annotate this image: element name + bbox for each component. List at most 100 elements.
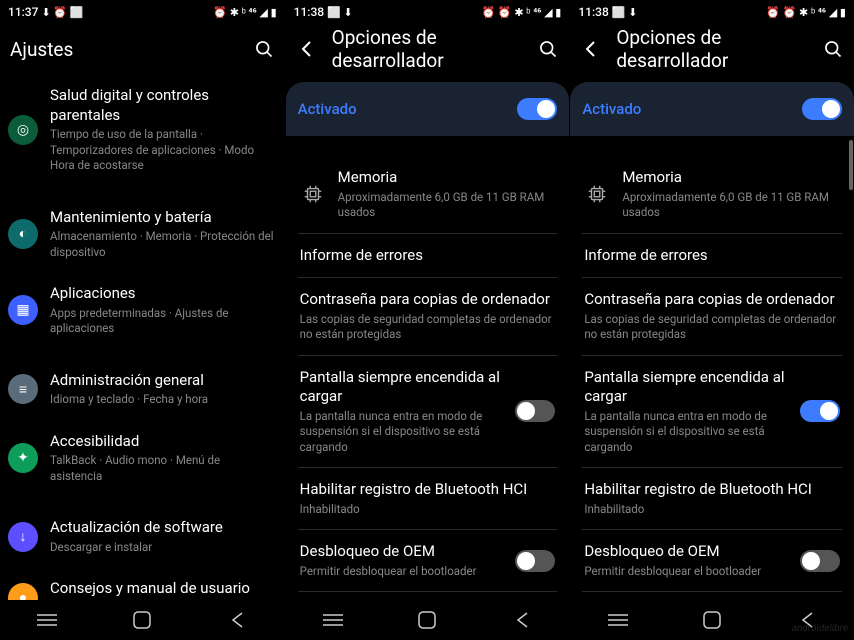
search-icon[interactable] [537, 38, 559, 60]
list-item[interactable]: ✦ Accesibilidad TalkBack · Audio mono · … [0, 420, 285, 497]
master-toggle-banner: Activado [286, 82, 570, 136]
stay-awake-toggle[interactable] [515, 400, 555, 422]
memory-item[interactable]: Memoria Aproximadamente 6,0 GB de 11 GB … [286, 156, 570, 233]
scrollbar[interactable] [849, 140, 853, 190]
recents-button[interactable] [313, 600, 353, 640]
item-title: Desbloqueo de OEM [584, 542, 788, 562]
page-title: Opciones de desarrollador [616, 26, 808, 72]
nav-bar [570, 600, 854, 640]
tips-icon: ● [8, 583, 38, 600]
watermark: androidelibre [792, 623, 848, 634]
status-left-icons: ⬇ ⏰ ⬜ [41, 6, 83, 19]
item-title: Accesibilidad [50, 432, 275, 452]
nav-bar [286, 600, 570, 640]
item-title: Informe de errores [584, 246, 840, 266]
item-title: Administración general [50, 371, 275, 391]
apps-icon: ▦ [8, 295, 38, 325]
status-time: 11:38 [578, 5, 608, 19]
list-item[interactable]: Contraseña para copias de ordenador Las … [570, 278, 854, 355]
header: Ajustes [0, 24, 285, 74]
back-button[interactable] [787, 600, 827, 640]
back-icon[interactable] [580, 38, 602, 60]
chip-icon [584, 181, 610, 207]
item-title: Informe de errores [300, 246, 556, 266]
item-sub: Las copias de seguridad completas de ord… [584, 312, 840, 343]
status-left-icons: ⬜ ⬇ [612, 6, 638, 19]
item-sub: Descargar e instalar [50, 540, 275, 556]
memory-item[interactable]: Memoria Aproximadamente 6,0 GB de 11 GB … [570, 156, 854, 233]
back-button[interactable] [502, 600, 542, 640]
item-sub: La pantalla nunca entra en modo de suspe… [584, 409, 788, 456]
status-right-icons: ⏰ ✱ ᵇ ⁴⁶ ◢ ▮ [213, 6, 276, 19]
status-bar: 11:37 ⬇ ⏰ ⬜ ⏰ ✱ ᵇ ⁴⁶ ◢ ▮ [0, 0, 285, 24]
software-update-icon: ↓ [8, 522, 38, 552]
nav-bar [0, 600, 285, 640]
stay-awake-toggle[interactable] [800, 400, 840, 422]
list-item[interactable]: Informe de errores [286, 234, 570, 278]
list-item[interactable]: ≡ Administración general Idioma y teclad… [0, 359, 285, 420]
header: Opciones de desarrollador [570, 24, 854, 74]
home-button[interactable] [122, 600, 162, 640]
dev-options-list: Memoria Aproximadamente 6,0 GB de 11 GB … [570, 156, 854, 600]
activated-label: Activado [298, 100, 357, 118]
item-title: Contraseña para copias de ordenador [584, 290, 840, 310]
list-item[interactable]: ↓ Actualización de software Descargar e … [0, 506, 285, 567]
back-button[interactable] [217, 600, 257, 640]
back-icon[interactable] [296, 38, 318, 60]
list-item[interactable]: Servicios en ejecución Ver y controlar l… [286, 592, 570, 600]
list-item[interactable]: Informe de errores [570, 234, 854, 278]
oem-unlock-toggle[interactable] [515, 550, 555, 572]
chip-icon [300, 181, 326, 207]
header: Opciones de desarrollador [286, 24, 570, 74]
status-bar: 11:38 ⬜ ⬇ ⏰ ⏰ ✱ ᵇ ⁴⁶ ◢ ▮ [286, 0, 570, 24]
search-icon[interactable] [822, 38, 844, 60]
list-item[interactable]: Desbloqueo de OEM Permitir desbloquear e… [570, 530, 854, 591]
list-item[interactable]: Pantalla siempre encendida al cargar La … [570, 356, 854, 468]
item-title: Pantalla siempre encendida al cargar [300, 368, 504, 407]
home-button[interactable] [407, 600, 447, 640]
item-title: Habilitar registro de Bluetooth HCI [584, 480, 840, 500]
item-title: Aplicaciones [50, 284, 275, 304]
master-toggle[interactable] [802, 98, 842, 120]
activated-label: Activado [582, 100, 641, 118]
item-sub: Las copias de seguridad completas de ord… [300, 312, 556, 343]
phone-settings: 11:37 ⬇ ⏰ ⬜ ⏰ ✱ ᵇ ⁴⁶ ◢ ▮ Ajustes ◎ Salud… [0, 0, 285, 640]
item-sub: TalkBack · Audio mono · Menú de asistenc… [50, 453, 275, 484]
accessibility-icon: ✦ [8, 443, 38, 473]
status-right-icons: ⏰ ⏰ ✱ ᵇ ⁴⁶ ◢ ▮ [482, 6, 562, 19]
page-title: Opciones de desarrollador [332, 26, 524, 72]
list-item[interactable]: Habilitar registro de Bluetooth HCI Inha… [570, 468, 854, 529]
search-icon[interactable] [253, 38, 275, 60]
list-item[interactable]: ◎ Salud digital y controles parentales T… [0, 74, 285, 186]
item-sub: Idioma y teclado · Fecha y hora [50, 392, 275, 408]
phone-developer-options-a: 11:38 ⬜ ⬇ ⏰ ⏰ ✱ ᵇ ⁴⁶ ◢ ▮ Opciones de des… [285, 0, 570, 640]
list-item[interactable]: ◐ Mantenimiento y batería Almacenamiento… [0, 196, 285, 273]
oem-unlock-toggle[interactable] [800, 550, 840, 572]
item-sub: Aproximadamente 6,0 GB de 11 GB RAM usad… [622, 190, 840, 221]
master-toggle-banner: Activado [570, 82, 854, 136]
dev-options-list: Memoria Aproximadamente 6,0 GB de 11 GB … [286, 156, 570, 600]
list-item[interactable]: Pantalla siempre encendida al cargar La … [286, 356, 570, 468]
item-sub: Almacenamiento · Memoria · Protección de… [50, 229, 275, 260]
item-sub: Inhabilitado [300, 502, 556, 518]
item-title: Mantenimiento y batería [50, 208, 275, 228]
master-toggle[interactable] [517, 98, 557, 120]
list-item[interactable]: Habilitar registro de Bluetooth HCI Inha… [286, 468, 570, 529]
status-left-icons: ⬜ ⬇ [327, 6, 353, 19]
list-item[interactable]: ● Consejos y manual de usuario Consejos … [0, 567, 285, 600]
item-sub: Permitir desbloquear el bootloader [300, 564, 504, 580]
list-item[interactable]: Desbloqueo de OEM Permitir desbloquear e… [286, 530, 570, 591]
item-sub: La pantalla nunca entra en modo de suspe… [300, 409, 504, 456]
digital-wellbeing-icon: ◎ [8, 115, 38, 145]
list-item[interactable]: Servicios en ejecución Ver y controlar l… [570, 592, 854, 600]
home-button[interactable] [692, 600, 732, 640]
status-time: 11:38 [294, 5, 324, 19]
item-sub: Permitir desbloquear el bootloader [584, 564, 788, 580]
recents-button[interactable] [27, 600, 67, 640]
recents-button[interactable] [598, 600, 638, 640]
item-sub: Aproximadamente 6,0 GB de 11 GB RAM usad… [338, 190, 556, 221]
item-title: Desbloqueo de OEM [300, 542, 504, 562]
list-item[interactable]: Contraseña para copias de ordenador Las … [286, 278, 570, 355]
item-title: Contraseña para copias de ordenador [300, 290, 556, 310]
list-item[interactable]: ▦ Aplicaciones Apps predeterminadas · Aj… [0, 272, 285, 349]
